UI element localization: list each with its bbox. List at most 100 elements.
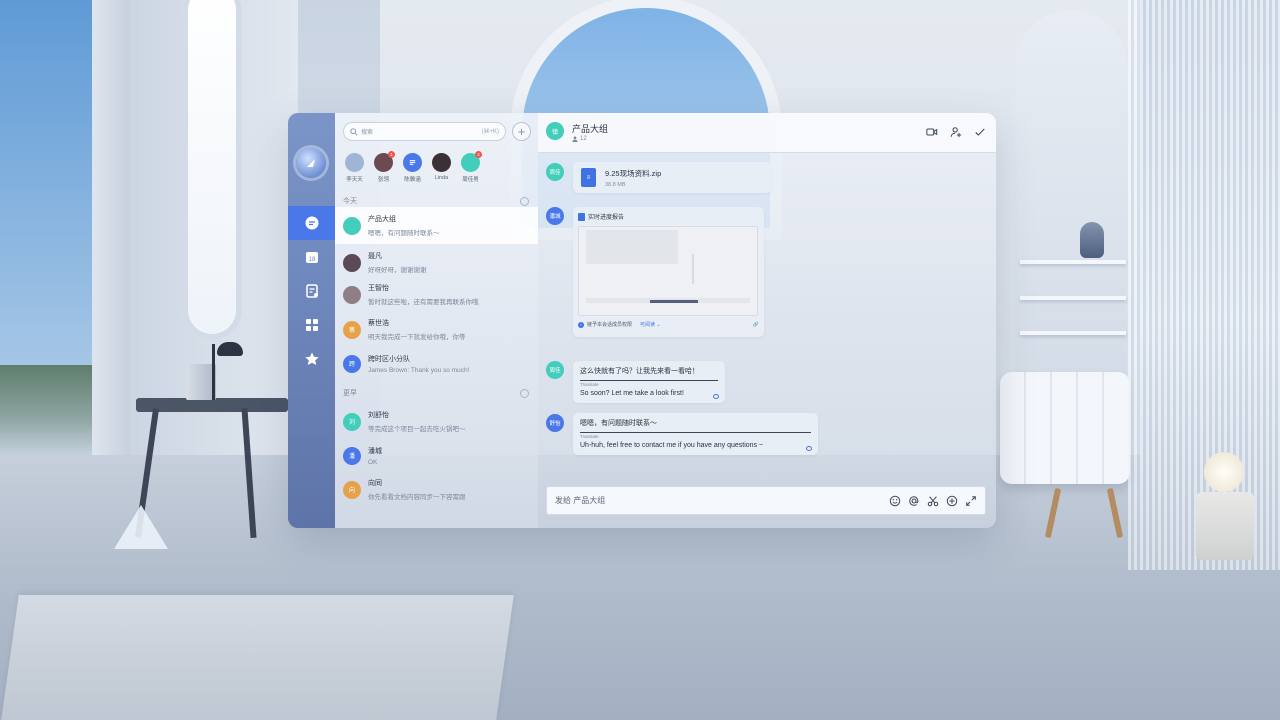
doc-title: 实时进度报告 [588, 215, 625, 221]
glass-pyramid [114, 505, 168, 549]
member-count[interactable]: 12 [572, 136, 587, 142]
message-text: 这么快就有了吗？让我先来看一看哈！ [580, 368, 699, 375]
vase [1080, 222, 1104, 258]
header-actions [926, 126, 986, 138]
avatar: 1 [374, 151, 395, 172]
check-icon[interactable] [974, 126, 986, 138]
chat-header: 镇 产品大组 12 [538, 113, 996, 153]
add-member-icon[interactable] [950, 126, 962, 138]
sender-avatar[interactable]: 周佳 [546, 361, 564, 379]
rail-item-apps[interactable] [288, 308, 335, 342]
sender-avatar[interactable]: 潘城 [546, 207, 564, 225]
text-message[interactable]: 这么快就有了吗？让我先来看一看哈！ Translate So soon? Let… [573, 361, 725, 403]
doc-title-row: 实时进度报告 [578, 212, 759, 221]
section-label: 今天 [343, 198, 357, 205]
zip-file-icon: ≡ [581, 168, 596, 187]
unread-badge: 1 [388, 151, 395, 158]
collapse-icon[interactable] [520, 196, 529, 206]
conversation-item[interactable]: 跨 跨时区小分队 James Brown: Thank you so much! [335, 345, 538, 382]
rail-item-docs[interactable] [288, 274, 335, 308]
nav-rail: 18 [288, 113, 335, 528]
group-avatar[interactable]: 镇 [546, 122, 564, 140]
collapse-icon[interactable] [520, 388, 529, 398]
contact-item[interactable]: 1 张翎 [369, 151, 398, 183]
conversation-item[interactable]: 向 向同 你先看看文档内容同步一下容需跟 [335, 471, 538, 508]
sender-avatar[interactable]: 舒怡 [546, 414, 564, 432]
message-translation: Uh-huh, feel free to contact me if you h… [580, 442, 764, 449]
chat-bubble-icon [305, 216, 318, 230]
conversation-item[interactable]: 王智怡 暂时就这些啦，还有需要我再联系你哦 [335, 276, 538, 313]
translate-label: Translate [580, 380, 718, 387]
avatar [343, 253, 361, 272]
conversation-preview: OK [368, 458, 378, 466]
avatar: 潘 [343, 446, 361, 465]
conversation-list-panel: 搜索 (⌘+K) + 李天天 1 张翎 陈雅涵 Linda 2 周佳男 今天 产… [335, 113, 538, 528]
app-logo-icon[interactable] [296, 148, 326, 178]
message-translation: So soon? Let me take a look first! [580, 390, 684, 397]
search-placeholder: 搜索 [361, 130, 374, 136]
rail-item-chat[interactable] [288, 206, 335, 240]
contact-name: Linda [434, 175, 449, 181]
conversation-preview: 你先看看文档内容同步一下容需跟 [368, 494, 466, 501]
shelf [1020, 260, 1126, 264]
conversation-preview: James Brown: Thank you so much! [368, 366, 470, 374]
avatar [345, 153, 364, 172]
sender-avatar[interactable]: 周佳 [546, 163, 564, 181]
shelf [1020, 296, 1126, 300]
chat-title[interactable]: 产品大组 [572, 122, 608, 135]
conversation-title: 王智怡 [368, 285, 389, 292]
conversation-title: 蔡世浩 [368, 320, 389, 327]
avatar: 2 [461, 151, 482, 172]
search-icon [350, 127, 358, 136]
side-table [1196, 492, 1254, 560]
unread-badge: 2 [475, 151, 482, 158]
conversation-item[interactable]: 蔡 蔡世浩 明天我完成一下就发给你哦，你等 [335, 311, 538, 348]
rail-item-calendar[interactable]: 18 [288, 240, 335, 274]
scissors-icon[interactable] [927, 495, 939, 507]
file-message[interactable]: ≡ 9.25现场资料.zip 38.8 MB [573, 162, 771, 193]
conversation-item[interactable]: 产品大组 嗯嗯，有问题随时联系～ [335, 207, 538, 244]
new-chat-button[interactable]: + [512, 122, 531, 141]
avatar [432, 153, 451, 172]
link-icon[interactable]: 🔗 [753, 322, 759, 328]
doc-permission-row: i 链予本会话成员权限 可阅读 ⌄ 🔗 [578, 321, 759, 328]
contact-item[interactable]: 2 周佳男 [456, 151, 485, 183]
rail-item-favorites[interactable] [288, 342, 335, 376]
doc-message[interactable]: 实时进度报告 i 链予本会话成员权限 可阅读 ⌄ 🔗 [573, 207, 764, 337]
contact-name: 周佳男 [462, 177, 479, 183]
message-text: 嗯嗯，有问题随时联系～ [580, 420, 657, 427]
grid-icon [305, 319, 318, 331]
permission-dropdown[interactable]: 可阅读 ⌄ [640, 321, 661, 328]
recent-contacts: 李天天 1 张翎 陈雅涵 Linda 2 周佳男 [340, 151, 532, 183]
file-size: 38.8 MB [605, 181, 626, 188]
section-label: 更早 [343, 390, 357, 397]
video-call-icon[interactable] [926, 126, 938, 138]
conversation-preview: 好呀好呀，谢谢谢谢 [368, 267, 427, 274]
add-circle-icon[interactable] [946, 495, 958, 507]
doc-preview[interactable] [578, 226, 758, 316]
emoji-icon[interactable] [889, 495, 901, 507]
conversation-title: 跨时区小分队 [368, 355, 410, 363]
calendar-icon: 18 [305, 252, 318, 263]
contact-item[interactable]: Linda [427, 153, 456, 183]
conversation-title: 产品大组 [368, 216, 396, 223]
permission-notice: 链予本会话成员权限 [587, 322, 633, 328]
document-icon [305, 284, 318, 298]
mention-icon[interactable] [908, 495, 920, 507]
conversation-item[interactable]: 潘 潘城 OK [335, 437, 538, 474]
text-message[interactable]: 嗯嗯，有问题随时联系～ Translate Uh-huh, feel free … [573, 413, 818, 455]
member-count-value: 12 [580, 136, 587, 142]
expand-icon[interactable] [965, 495, 977, 507]
translation-eye-icon[interactable] [713, 394, 719, 399]
contact-item[interactable]: 李天天 [340, 153, 369, 183]
avatar [403, 153, 422, 172]
contact-item[interactable]: 陈雅涵 [398, 153, 427, 183]
conversation-title: 向同 [368, 480, 382, 487]
conversation-item[interactable]: 刘 刘舒怡 等完成这个项目一起去吃火锅吧～ [335, 403, 538, 440]
contact-name: 张翎 [377, 177, 389, 183]
translation-eye-icon[interactable] [806, 446, 812, 451]
search-box[interactable]: 搜索 (⌘+K) [343, 122, 506, 141]
message-input[interactable]: 发给 产品大组 [546, 486, 986, 515]
document-lines-icon [409, 160, 416, 165]
tall-window [182, 0, 242, 340]
